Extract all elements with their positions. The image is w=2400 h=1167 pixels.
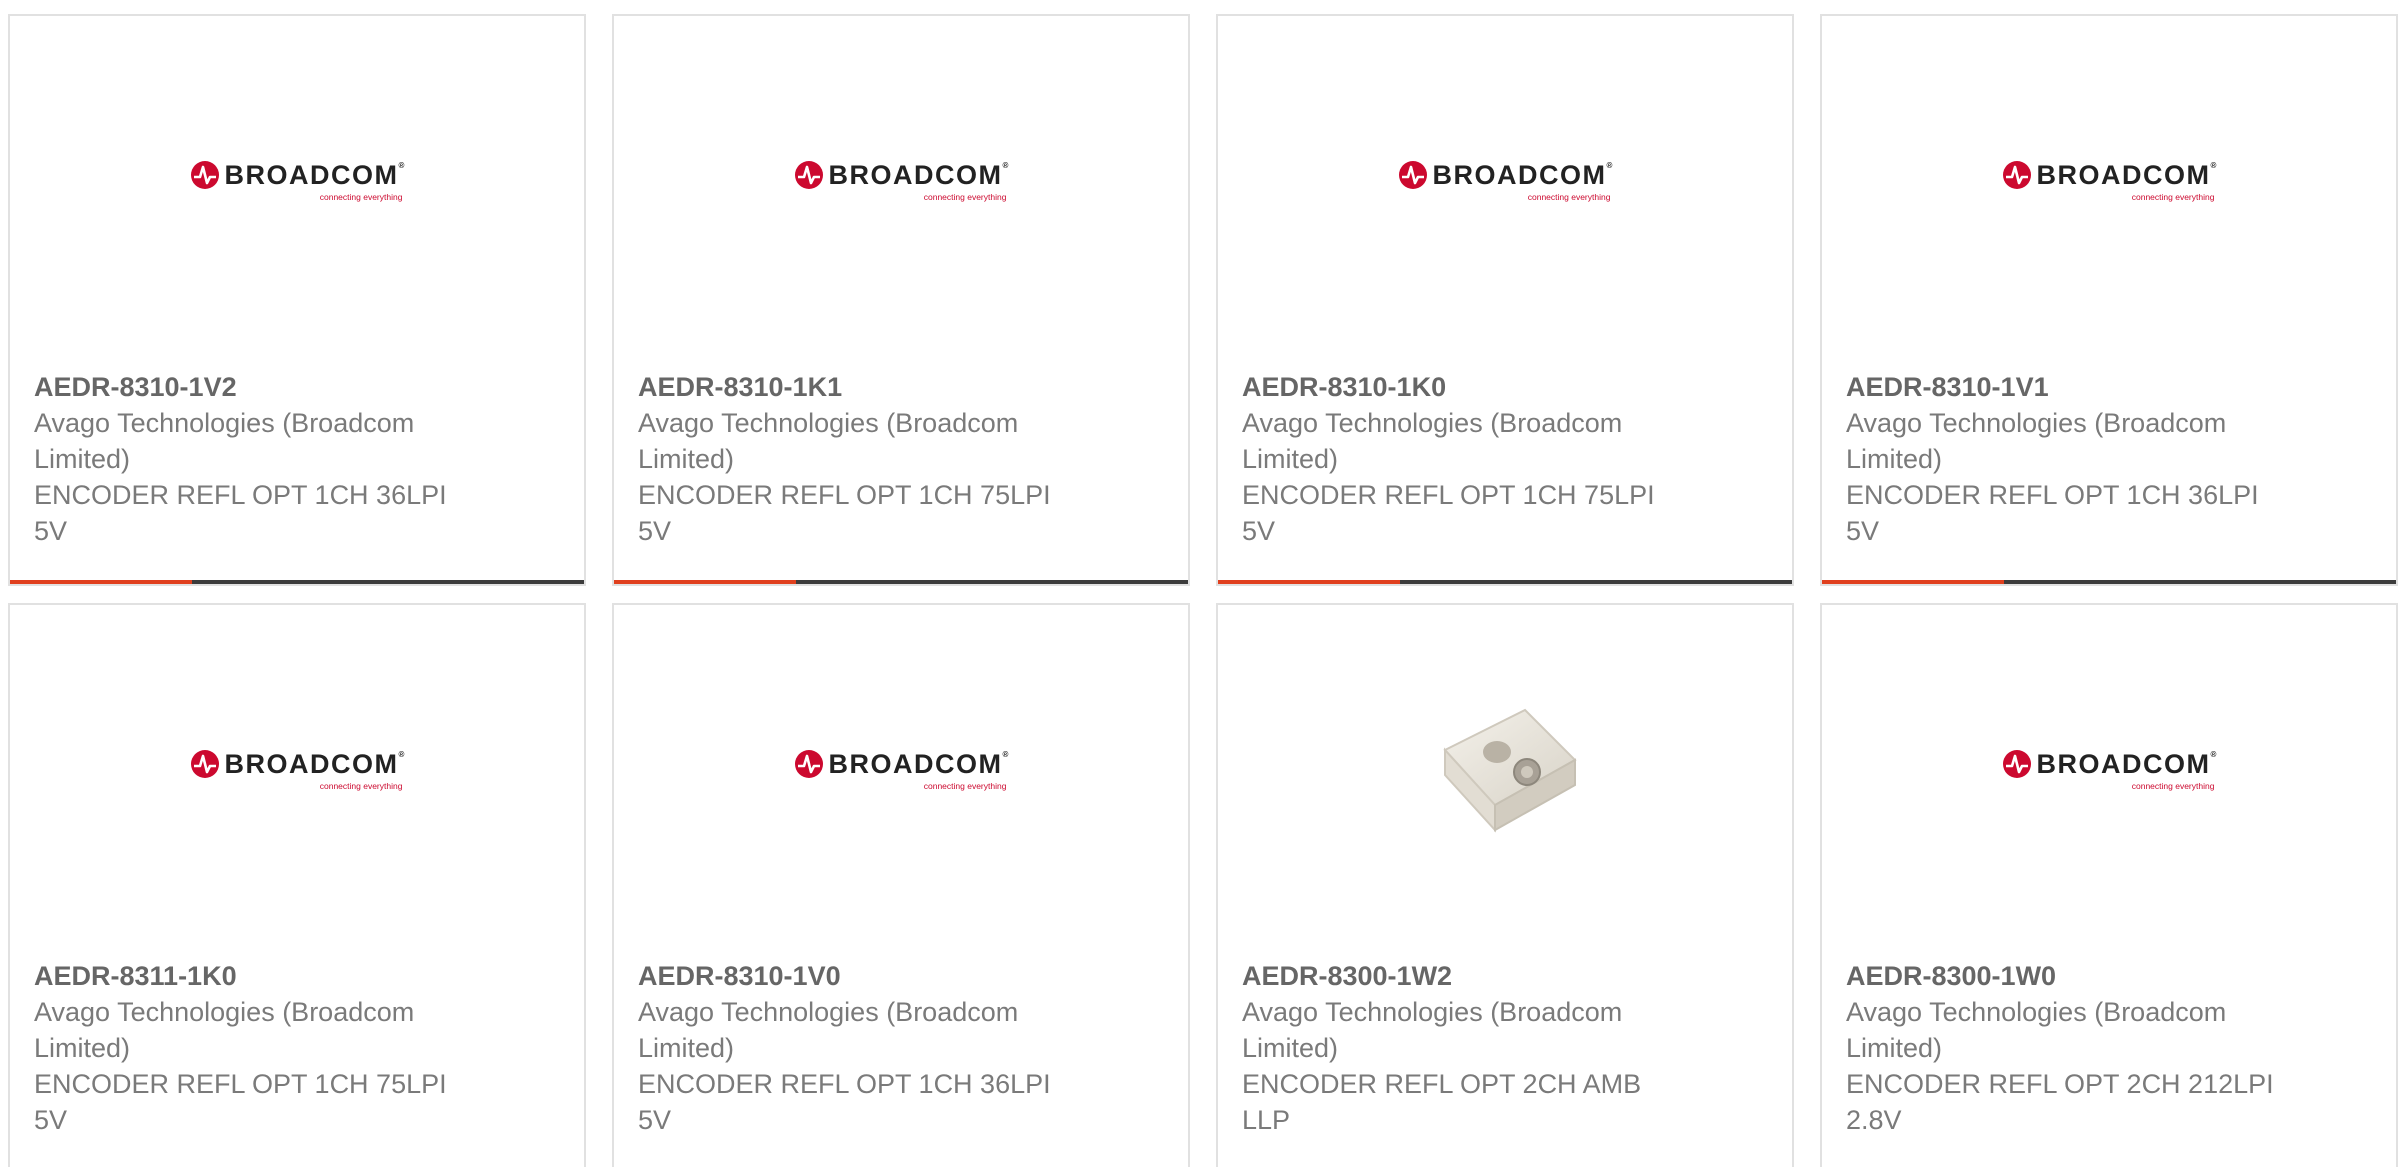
broadcom-logo: BROADCOM® connecting everything bbox=[190, 748, 405, 792]
broadcom-mark-icon bbox=[2002, 750, 2031, 779]
broadcom-logo: BROADCOM® connecting everything bbox=[2002, 748, 2217, 792]
product-info: AEDR-8310-1K1 Avago Technologies (Broadc… bbox=[638, 369, 1068, 549]
product-card[interactable]: BROADCOM® connecting everything AEDR-830… bbox=[1820, 603, 2398, 1167]
manufacturer: Avago Technologies (Broadcom Limited) bbox=[34, 997, 415, 1063]
product-card[interactable]: AEDR-8300-1W2 Avago Technologies (Broadc… bbox=[1216, 603, 1794, 1167]
description: ENCODER REFL OPT 2CH 212LPI 2.8V bbox=[1846, 1069, 2274, 1135]
product-image[interactable]: BROADCOM® connecting everything bbox=[1218, 16, 1792, 346]
broadcom-logo: BROADCOM® connecting everything bbox=[794, 159, 1009, 203]
manufacturer: Avago Technologies (Broadcom Limited) bbox=[638, 997, 1019, 1063]
part-number[interactable]: AEDR-8310-1K0 bbox=[1242, 369, 1672, 405]
product-image[interactable]: BROADCOM® connecting everything bbox=[614, 605, 1188, 935]
logo-tagline: connecting everything bbox=[2131, 781, 2215, 792]
broadcom-mark-icon bbox=[1398, 161, 1427, 190]
part-number[interactable]: AEDR-8311-1K0 bbox=[34, 958, 464, 994]
product-card[interactable]: BROADCOM® connecting everything AEDR-831… bbox=[1216, 14, 1794, 586]
card-accent-highlight bbox=[1822, 580, 2004, 584]
part-number[interactable]: AEDR-8300-1W2 bbox=[1242, 958, 1672, 994]
card-accent-highlight bbox=[10, 580, 192, 584]
card-accent-bar bbox=[1822, 580, 2396, 584]
broadcom-mark-icon bbox=[2002, 161, 2031, 190]
description: ENCODER REFL OPT 1CH 75LPI 5V bbox=[34, 1069, 447, 1135]
part-number[interactable]: AEDR-8310-1V1 bbox=[1846, 369, 2276, 405]
product-info: AEDR-8310-1V2 Avago Technologies (Broadc… bbox=[34, 369, 464, 549]
product-info: AEDR-8300-1W0 Avago Technologies (Broadc… bbox=[1846, 958, 2276, 1138]
broadcom-mark-icon bbox=[794, 161, 823, 190]
card-accent-bar bbox=[614, 580, 1188, 584]
product-card[interactable]: BROADCOM® connecting everything AEDR-831… bbox=[612, 14, 1190, 586]
product-grid: BROADCOM® connecting everything AEDR-831… bbox=[0, 0, 2400, 1167]
logo-tagline: connecting everything bbox=[1527, 192, 1611, 203]
part-number[interactable]: AEDR-8310-1V2 bbox=[34, 369, 464, 405]
product-card[interactable]: BROADCOM® connecting everything AEDR-831… bbox=[612, 603, 1190, 1167]
product-info: AEDR-8311-1K0 Avago Technologies (Broadc… bbox=[34, 958, 464, 1138]
manufacturer: Avago Technologies (Broadcom Limited) bbox=[1846, 997, 2227, 1063]
description: ENCODER REFL OPT 1CH 75LPI 5V bbox=[638, 480, 1051, 546]
product-card[interactable]: BROADCOM® connecting everything AEDR-831… bbox=[8, 14, 586, 586]
description: ENCODER REFL OPT 1CH 36LPI 5V bbox=[638, 1069, 1051, 1135]
broadcom-mark-icon bbox=[190, 750, 219, 779]
description: ENCODER REFL OPT 1CH 36LPI 5V bbox=[1846, 480, 2259, 546]
description: ENCODER REFL OPT 1CH 36LPI 5V bbox=[34, 480, 447, 546]
logo-wordmark: BROADCOM® bbox=[2036, 748, 2217, 779]
product-image[interactable]: BROADCOM® connecting everything bbox=[10, 16, 584, 346]
broadcom-mark-icon bbox=[190, 161, 219, 190]
logo-tagline: connecting everything bbox=[319, 192, 403, 203]
card-accent-highlight bbox=[614, 580, 796, 584]
broadcom-logo: BROADCOM® connecting everything bbox=[190, 159, 405, 203]
card-accent-bar bbox=[10, 580, 584, 584]
broadcom-logo: BROADCOM® connecting everything bbox=[794, 748, 1009, 792]
encoder-chip-photo bbox=[1408, 673, 1602, 867]
product-image[interactable] bbox=[1218, 605, 1792, 935]
logo-wordmark: BROADCOM® bbox=[828, 748, 1009, 779]
manufacturer: Avago Technologies (Broadcom Limited) bbox=[34, 408, 415, 474]
manufacturer: Avago Technologies (Broadcom Limited) bbox=[1242, 408, 1623, 474]
broadcom-logo: BROADCOM® connecting everything bbox=[2002, 159, 2217, 203]
broadcom-logo: BROADCOM® connecting everything bbox=[1398, 159, 1613, 203]
part-number[interactable]: AEDR-8300-1W0 bbox=[1846, 958, 2276, 994]
product-info: AEDR-8310-1K0 Avago Technologies (Broadc… bbox=[1242, 369, 1672, 549]
logo-wordmark: BROADCOM® bbox=[2036, 159, 2217, 190]
product-info: AEDR-8310-1V0 Avago Technologies (Broadc… bbox=[638, 958, 1068, 1138]
encoder-chip-image bbox=[1443, 708, 1577, 833]
description: ENCODER REFL OPT 1CH 75LPI 5V bbox=[1242, 480, 1655, 546]
product-card[interactable]: BROADCOM® connecting everything AEDR-831… bbox=[8, 603, 586, 1167]
logo-wordmark: BROADCOM® bbox=[828, 159, 1009, 190]
logo-tagline: connecting everything bbox=[923, 781, 1007, 792]
product-card[interactable]: BROADCOM® connecting everything AEDR-831… bbox=[1820, 14, 2398, 586]
manufacturer: Avago Technologies (Broadcom Limited) bbox=[638, 408, 1019, 474]
card-accent-highlight bbox=[1218, 580, 1400, 584]
logo-wordmark: BROADCOM® bbox=[224, 748, 405, 779]
part-number[interactable]: AEDR-8310-1V0 bbox=[638, 958, 1068, 994]
part-number[interactable]: AEDR-8310-1K1 bbox=[638, 369, 1068, 405]
product-info: AEDR-8310-1V1 Avago Technologies (Broadc… bbox=[1846, 369, 2276, 549]
manufacturer: Avago Technologies (Broadcom Limited) bbox=[1846, 408, 2227, 474]
product-info: AEDR-8300-1W2 Avago Technologies (Broadc… bbox=[1242, 958, 1672, 1138]
product-image[interactable]: BROADCOM® connecting everything bbox=[614, 16, 1188, 346]
manufacturer: Avago Technologies (Broadcom Limited) bbox=[1242, 997, 1623, 1063]
broadcom-mark-icon bbox=[794, 750, 823, 779]
logo-tagline: connecting everything bbox=[923, 192, 1007, 203]
logo-wordmark: BROADCOM® bbox=[1432, 159, 1613, 190]
logo-tagline: connecting everything bbox=[2131, 192, 2215, 203]
product-image[interactable]: BROADCOM® connecting everything bbox=[10, 605, 584, 935]
product-image[interactable]: BROADCOM® connecting everything bbox=[1822, 605, 2396, 935]
product-image[interactable]: BROADCOM® connecting everything bbox=[1822, 16, 2396, 346]
description: ENCODER REFL OPT 2CH AMB LLP bbox=[1242, 1069, 1642, 1135]
logo-tagline: connecting everything bbox=[319, 781, 403, 792]
logo-wordmark: BROADCOM® bbox=[224, 159, 405, 190]
card-accent-bar bbox=[1218, 580, 1792, 584]
